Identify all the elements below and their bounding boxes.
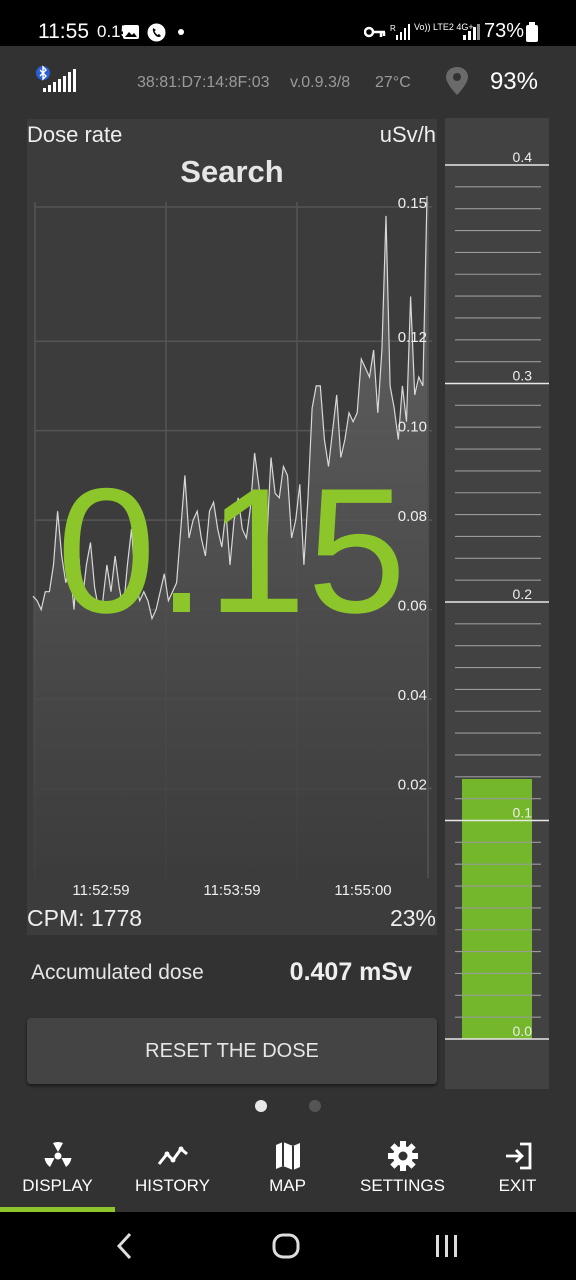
dose-rate-title: Dose rate (27, 122, 123, 147)
accumulated-dose-label: Accumulated dose (31, 961, 204, 984)
nav-exit[interactable]: EXIT (460, 1128, 575, 1212)
gear-icon (387, 1141, 418, 1171)
cpm-value: CPM: 1778 (27, 905, 143, 931)
exit-icon (505, 1142, 531, 1170)
back-icon[interactable] (114, 1232, 136, 1260)
reset-dose-button[interactable]: RESET THE DOSE (27, 1018, 437, 1084)
status-bar: 11:55 0.15 R Vo)) LTE2 4G+ 73% (0, 0, 576, 46)
nav-history[interactable]: HISTORY (115, 1128, 230, 1212)
dose-scale-bar: 0.4 0.3 0.2 0.1 0.0 (445, 149, 549, 1040)
nav-label: MAP (269, 1176, 306, 1195)
phone-call-icon (147, 23, 166, 42)
x-tick-label: 11:55:00 (334, 882, 391, 899)
scale-label: 0.3 (513, 368, 533, 384)
x-tick-label: 11:53:59 (203, 882, 260, 899)
chart-line-icon (157, 1146, 188, 1165)
dose-rate-unit: uSv/h (379, 122, 436, 147)
page-dot-1[interactable] (255, 1100, 267, 1112)
y-tick-label: 0.15 (398, 195, 427, 212)
current-dose-value: 0.15 (56, 451, 408, 650)
scale-label: 0.0 (513, 1023, 533, 1039)
status-battery-pct: 73% (483, 20, 524, 42)
y-tick-label: 0.02 (398, 777, 427, 794)
key-icon (364, 26, 386, 38)
cpm-percent: 23% (389, 905, 436, 931)
scale-label: 0.4 (513, 149, 533, 165)
signal-r-icon: R (390, 24, 410, 40)
nav-display[interactable]: DISPLAY (0, 1128, 115, 1212)
nav-label: HISTORY (135, 1176, 210, 1195)
system-navigation-bar (0, 1212, 576, 1280)
status-time: 11:55 (38, 20, 89, 43)
scale-label: 0.2 (513, 586, 533, 602)
page-dot-2[interactable] (309, 1100, 321, 1112)
device-temperature: 27°C (375, 74, 411, 91)
mode-label: Search (180, 154, 284, 189)
recents-icon[interactable] (434, 1233, 460, 1259)
signal-bars-icon (463, 24, 480, 40)
device-battery: 93% (489, 68, 538, 95)
device-mac: 38:81:D7:14:8F:03 (137, 74, 270, 91)
location-pin-icon (446, 67, 468, 95)
home-icon[interactable] (271, 1232, 301, 1260)
scale-label: 0.1 (513, 805, 533, 821)
y-tick-label: 0.10 (398, 419, 427, 436)
nav-map[interactable]: MAP (230, 1128, 345, 1212)
y-tick-label: 0.12 (398, 329, 427, 346)
map-icon (275, 1142, 300, 1170)
battery-icon (526, 22, 538, 42)
notification-dot-icon (178, 29, 184, 35)
gallery-icon (123, 25, 139, 39)
y-tick-label: 0.04 (398, 687, 427, 704)
bluetooth-signal-icon (36, 65, 76, 92)
svg-text:R: R (390, 24, 396, 33)
nav-label: SETTINGS (359, 1176, 445, 1195)
dose-scale-panel: 0.4 0.3 0.2 0.1 0.0 (445, 118, 549, 1089)
nav-settings[interactable]: SETTINGS (345, 1128, 460, 1212)
accumulated-dose-value: 0.407 mSv (289, 958, 412, 986)
firmware-version: v.0.9.3/8 (290, 74, 351, 91)
x-tick-label: 11:52:59 (72, 882, 129, 899)
radiation-icon (44, 1142, 71, 1167)
nav-label: DISPLAY (22, 1176, 93, 1195)
nav-label: EXIT (498, 1176, 537, 1195)
